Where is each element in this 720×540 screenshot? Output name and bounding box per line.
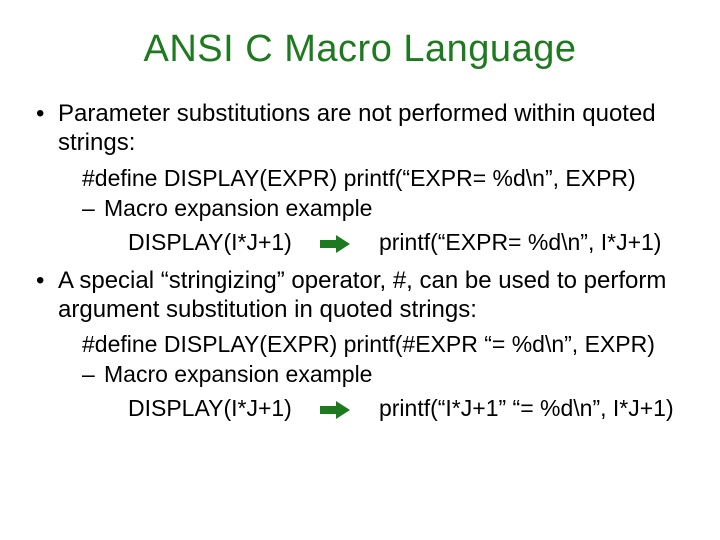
sub-item: Macro expansion example (82, 360, 686, 388)
expansion-line: DISPLAY(I*J+1) printf(“EXPR= %d\n”, I*J+… (128, 228, 686, 256)
arrow-right-icon (320, 401, 350, 419)
bullet-text: Parameter substitutions are not performe… (58, 100, 656, 156)
sub-list: Macro expansion example (82, 194, 686, 222)
sub-item: Macro expansion example (82, 194, 686, 222)
bullet-list: Parameter substitutions are not performe… (34, 99, 686, 422)
slide-title: ANSI C Macro Language (34, 28, 686, 71)
bullet-item: Parameter substitutions are not performe… (34, 99, 686, 256)
bullet-text: A special “stringizing” operator, #, can… (58, 267, 666, 323)
code-line: #define DISPLAY(EXPR) printf(#EXPR “= %d… (82, 330, 686, 358)
bullet-item: A special “stringizing” operator, #, can… (34, 266, 686, 423)
expansion-left: DISPLAY(I*J+1) (128, 229, 292, 255)
slide: ANSI C Macro Language Parameter substitu… (0, 0, 720, 540)
arrow-right-icon (320, 235, 350, 253)
expansion-right: printf(“I*J+1” “= %d\n”, I*J+1) (379, 395, 674, 421)
expansion-line: DISPLAY(I*J+1) printf(“I*J+1” “= %d\n”, … (128, 394, 686, 422)
expansion-right: printf(“EXPR= %d\n”, I*J+1) (379, 229, 662, 255)
sub-list: Macro expansion example (82, 360, 686, 388)
expansion-left: DISPLAY(I*J+1) (128, 395, 292, 421)
code-line: #define DISPLAY(EXPR) printf(“EXPR= %d\n… (82, 164, 686, 192)
